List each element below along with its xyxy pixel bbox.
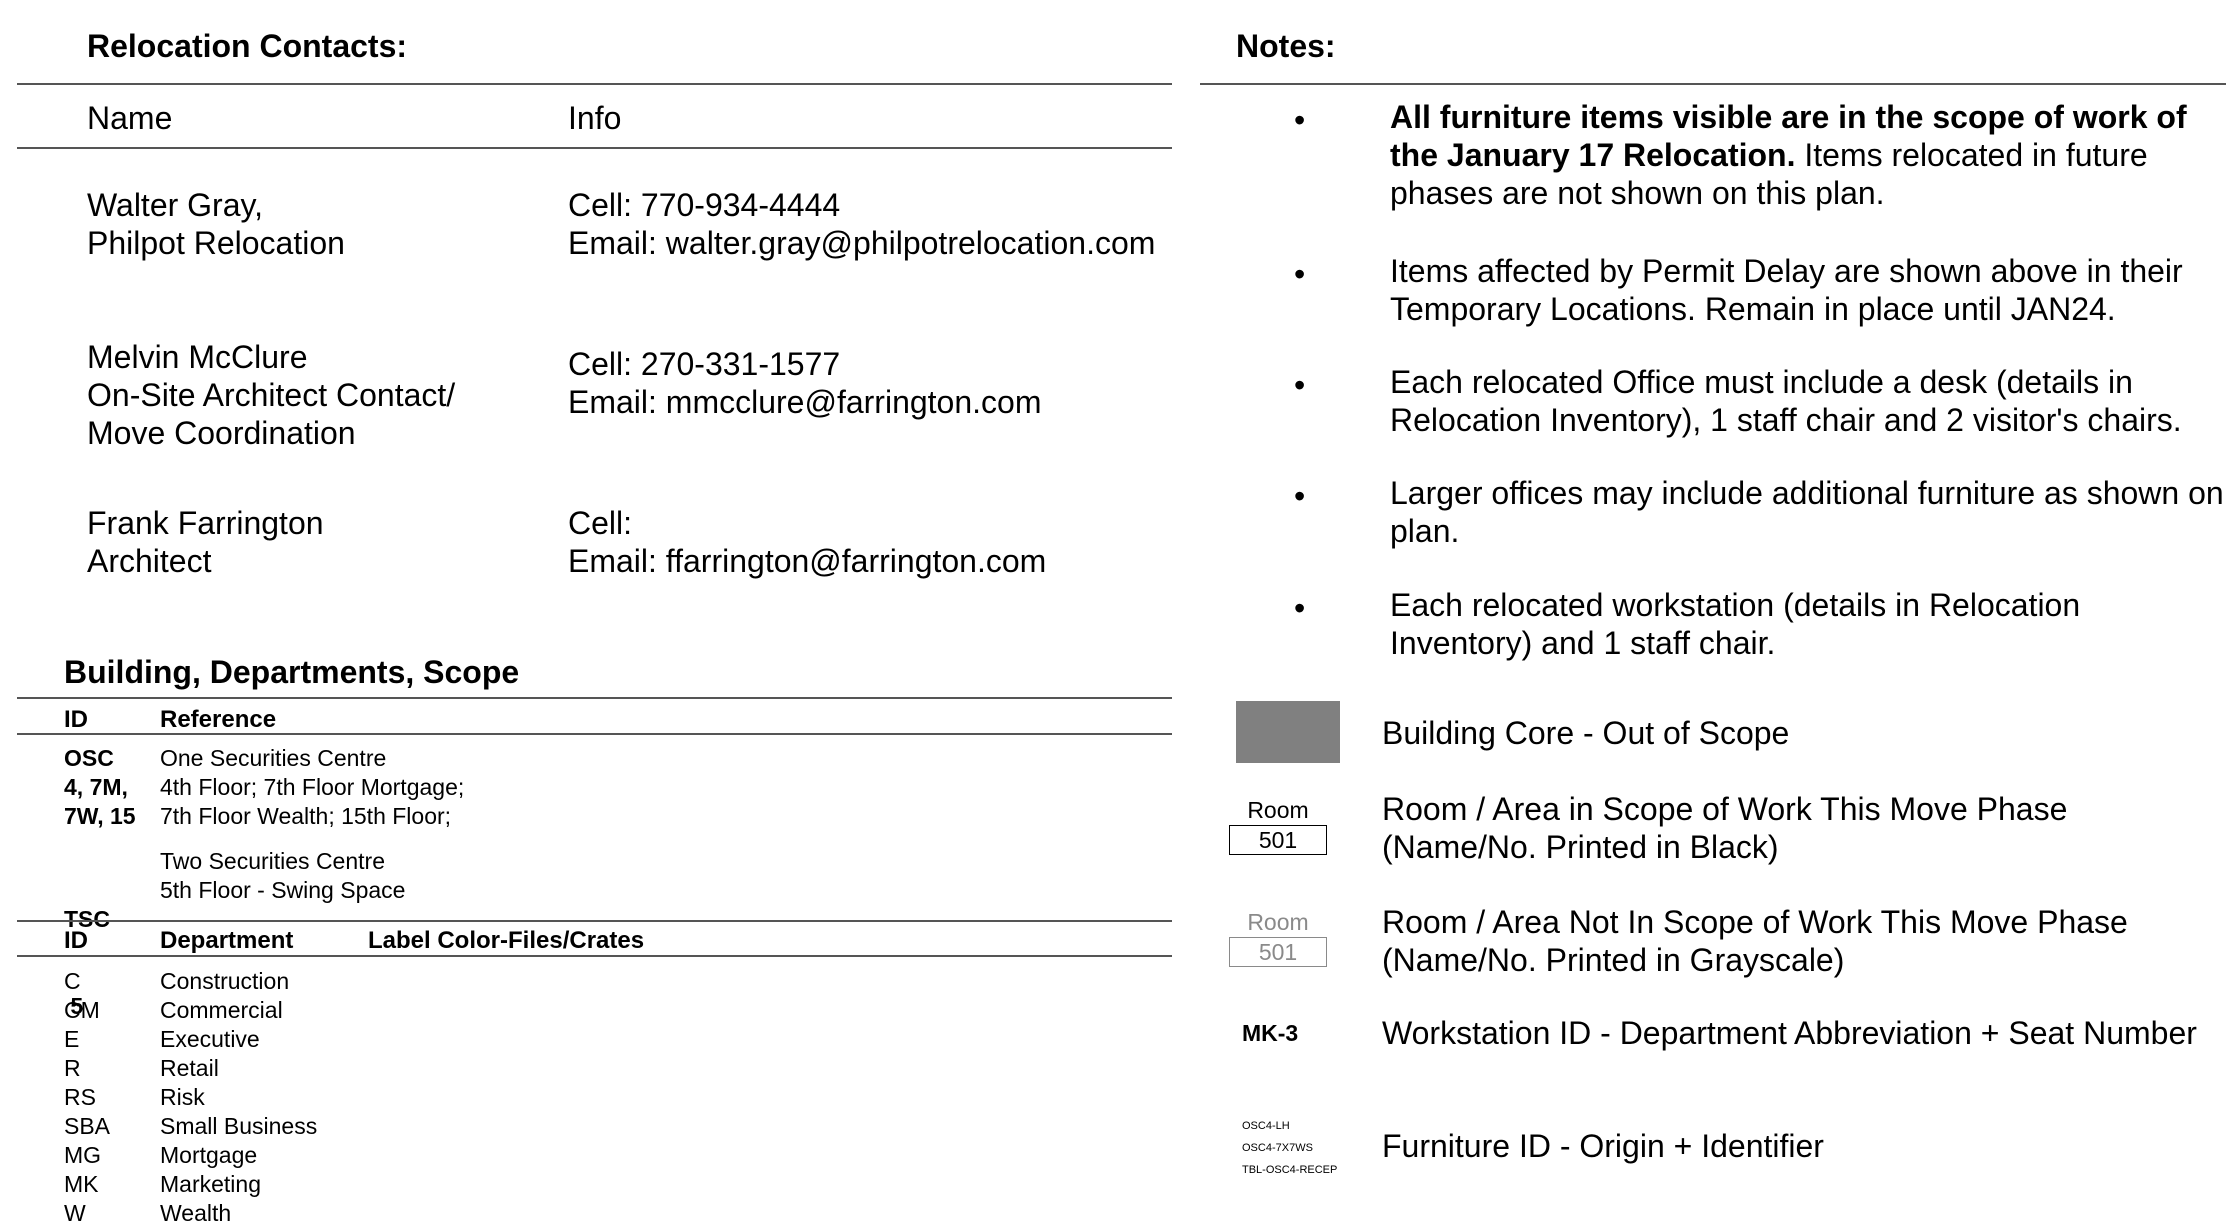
dept-col-id: ID [64, 927, 88, 954]
dept-name: Commercial [160, 997, 283, 1023]
contact-email: Email: mmcclure@farrington.com [568, 384, 1042, 420]
divider [17, 83, 1172, 85]
dept-id: SBA [64, 1113, 111, 1139]
contact-name-line: On-Site Architect Contact/ [87, 377, 456, 413]
contact-name-line: Move Coordination [87, 415, 356, 451]
divider [17, 733, 1172, 735]
contact-name: Frank Farrington Architect [87, 504, 324, 580]
building-title: Building, Departments, Scope [64, 654, 520, 690]
dept-id: E [64, 1026, 80, 1052]
building-ref: One Securities Centre [160, 745, 387, 771]
contact-cell: Cell: 770-934-4444 [568, 187, 841, 223]
building-id-group: OSC 4, 7M, 7W, 15 [64, 744, 136, 831]
dept-name: Construction [160, 968, 290, 994]
building-id: 7W, 15 [64, 803, 136, 829]
building-ref-group: One Securities Centre 4th Floor; 7th Flo… [160, 744, 464, 831]
bullet: • [1294, 590, 1306, 626]
contact-cell: Cell: 270-331-1577 [568, 346, 841, 382]
legend-out-scope-text: Room / Area Not In Scope of Work This Mo… [1382, 904, 2128, 978]
contacts-col-name: Name [87, 100, 173, 136]
dept-name: Retail [160, 1055, 219, 1081]
contact-name-line: Walter Gray, [87, 187, 264, 223]
contacts-col-info: Info [568, 100, 622, 136]
contact-name-line: Melvin McClure [87, 339, 308, 375]
room-sample-number-grey: 501 [1229, 937, 1327, 967]
dept-name-list: Construction Commercial Executive Retail… [160, 967, 317, 1228]
divider [17, 697, 1172, 699]
bullet: • [1294, 367, 1306, 403]
building-ref: 4th Floor; 7th Floor Mortgage; [160, 774, 465, 800]
contact-info: Cell: 770-934-4444 Email: walter.gray@ph… [568, 186, 1155, 262]
contact-name-line: Philpot Relocation [87, 225, 345, 261]
dept-id: MG [64, 1142, 102, 1168]
contact-info: Cell: 270-331-1577 Email: mmcclure@farri… [568, 345, 1041, 421]
contacts-title: Relocation Contacts: [87, 28, 408, 64]
dept-id: C [64, 968, 81, 994]
building-col-reference: Reference [160, 706, 277, 733]
dept-id: RS [64, 1084, 96, 1110]
building-ref: 7th Floor Wealth; 15th Floor; [160, 803, 452, 829]
notes-title: Notes: [1236, 28, 1336, 64]
contact-email: Email: walter.gray@philpotrelocation.com [568, 225, 1156, 261]
dept-name: Risk [160, 1084, 205, 1110]
divider [1200, 83, 2226, 85]
building-id: OSC [64, 745, 114, 771]
building-core-swatch [1236, 701, 1340, 763]
note-item: Items affected by Permit Delay are shown… [1390, 253, 2183, 327]
building-col-id: ID [64, 706, 88, 733]
room-sample-number: 501 [1229, 825, 1327, 855]
dept-name: Wealth [160, 1200, 232, 1226]
furniture-id-sample: OSC4-LH [1242, 1120, 1290, 1132]
building-ref: 5th Floor - Swing Space [160, 877, 406, 903]
furniture-id-samples: OSC4-LH OSC4-7X7WS TBL-OSC4-RECEP [1242, 1119, 1337, 1177]
room-sample-label: Room [1247, 797, 1309, 823]
dept-col-label-color: Label Color-Files/Crates [368, 927, 645, 954]
bullet: • [1294, 478, 1306, 514]
dept-name: Small Business [160, 1113, 318, 1139]
contact-name: Walter Gray, Philpot Relocation [87, 186, 345, 262]
legend-in-scope-text: Room / Area in Scope of Work This Move P… [1382, 791, 2068, 865]
bullet: • [1294, 102, 1306, 138]
dept-col-department: Department [160, 927, 294, 954]
dept-id: R [64, 1055, 81, 1081]
legend-core-text: Building Core - Out of Scope [1382, 715, 1790, 751]
furniture-id-sample: OSC4-7X7WS [1242, 1142, 1313, 1154]
legend-furniture-text: Furniture ID - Origin + Identifier [1382, 1128, 1824, 1164]
dept-id: W [64, 1200, 86, 1226]
legend-workstation-text: Workstation ID - Department Abbreviation… [1382, 1015, 2197, 1051]
contact-name-line: Frank Farrington [87, 505, 324, 541]
dept-name: Mortgage [160, 1142, 258, 1168]
building-ref-group: Two Securities Centre 5th Floor - Swing … [160, 847, 405, 905]
contact-name-line: Architect [87, 543, 212, 579]
note-item: Each relocated Office must include a des… [1390, 364, 2182, 438]
dept-id: CM [64, 997, 100, 1023]
note-item: Larger offices may include additional fu… [1390, 475, 2224, 549]
divider [17, 147, 1172, 149]
room-sample-label-grey: Room [1247, 909, 1309, 935]
note-item: Each relocated workstation (details in R… [1390, 587, 2081, 661]
contact-cell: Cell: [568, 505, 633, 541]
contact-info: Cell: Email: ffarrington@farrington.com [568, 504, 1046, 580]
divider [17, 920, 1172, 922]
building-id: 4, 7M, [64, 774, 128, 800]
workstation-id-sample: MK-3 [1242, 1020, 1299, 1046]
dept-id: MK [64, 1171, 99, 1197]
dept-id-list: C CM E R RS SBA MG MK W [64, 967, 110, 1228]
dept-name: Marketing [160, 1171, 261, 1197]
divider [17, 955, 1172, 957]
note-item: All furniture items visible are in the s… [1390, 98, 2226, 212]
dept-name: Executive [160, 1026, 260, 1052]
building-ref: Two Securities Centre [160, 848, 385, 874]
contact-name: Melvin McClure On-Site Architect Contact… [87, 338, 455, 452]
contact-email: Email: ffarrington@farrington.com [568, 543, 1047, 579]
bullet: • [1294, 256, 1306, 292]
furniture-id-sample: TBL-OSC4-RECEP [1242, 1164, 1338, 1176]
